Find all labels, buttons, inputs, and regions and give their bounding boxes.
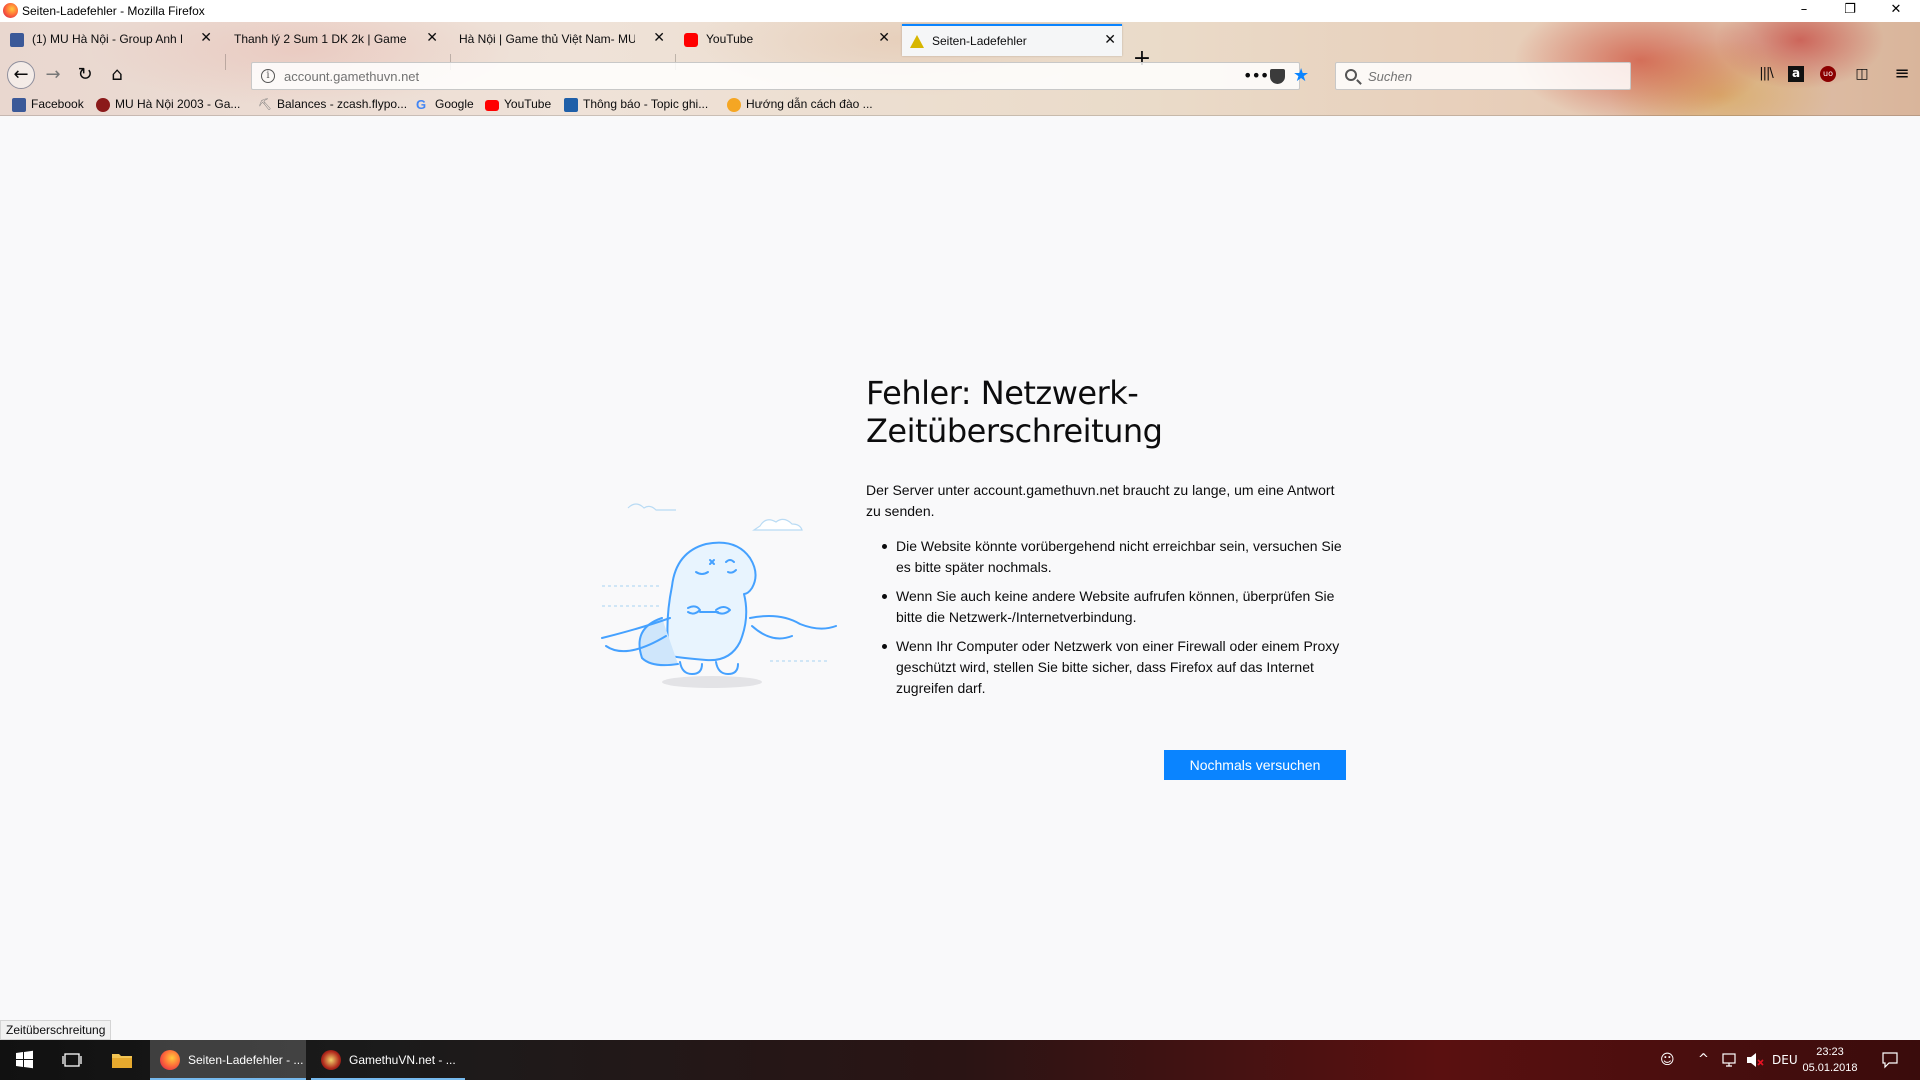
taskbar-app-firefox[interactable]: Seiten-Ladefehler - ... — [150, 1040, 306, 1080]
google-icon: G — [416, 97, 427, 112]
bookmark-label: Hướng dẫn cách đào ... — [746, 97, 873, 111]
start-button[interactable] — [0, 1040, 48, 1080]
taskbar-app-gamethuvn[interactable]: GamethuVN.net - ... — [311, 1040, 465, 1080]
sidebar-icon[interactable]: ◫ — [1852, 64, 1872, 84]
clock-time: 23:23 — [1816, 1046, 1844, 1058]
tab-label: (1) MU Hà Nội - Group Anh Em — [32, 32, 182, 46]
restore-button[interactable]: ❐ — [1827, 0, 1873, 22]
bookmark-label: Facebook — [31, 97, 84, 111]
search-input[interactable]: Suchen — [1368, 69, 1412, 84]
windows-icon — [16, 1050, 33, 1069]
bookmark-label: MU Hà Nội 2003 - Ga... — [115, 97, 241, 111]
info-icon[interactable]: i — [261, 69, 275, 83]
tab-thanh-ly[interactable]: Thanh lý 2 Sum 1 DK 2k | Game thủ ✕ — [226, 24, 444, 56]
status-bar: Zeitüberschreitung — [0, 1020, 112, 1040]
bookmark-label: Thông báo - Topic ghi... — [583, 97, 709, 111]
home-button[interactable]: ⌂ — [104, 62, 130, 88]
retry-button[interactable]: Nochmals versuchen — [1164, 750, 1346, 780]
tab-label: Hà Nội | Game thủ Việt Nam- MU — [459, 32, 635, 46]
tab-label: Seiten-Ladefehler — [932, 34, 1027, 48]
taskbar-app-label: GamethuVN.net - ... — [349, 1053, 456, 1067]
close-tab-icon[interactable]: ✕ — [1104, 32, 1116, 48]
browser-chrome: Seiten-Ladefehler - Mozilla Firefox – ❐ … — [0, 0, 1920, 116]
close-tab-icon[interactable]: ✕ — [200, 30, 212, 46]
page-actions-button[interactable]: ••• — [1243, 66, 1269, 85]
search-icon — [1345, 69, 1357, 81]
network-icon[interactable] — [1720, 1040, 1740, 1080]
facebook-icon — [12, 98, 26, 112]
notification-icon — [1882, 1052, 1898, 1069]
clock[interactable]: 23:23 05.01.2018 — [1800, 1044, 1860, 1076]
url-bar[interactable]: i account.gamethuvn.net ••• ★ — [251, 62, 1309, 90]
close-window-button[interactable]: ✕ — [1873, 0, 1919, 22]
speaker-icon — [1747, 1053, 1764, 1067]
tab-youtube[interactable]: YouTube ✕ — [676, 24, 896, 56]
firefox-icon — [3, 3, 18, 18]
menu-icon[interactable]: ≡ — [1892, 64, 1912, 84]
action-center-button[interactable] — [1880, 1040, 1900, 1080]
file-explorer-button[interactable] — [110, 1040, 138, 1080]
tab-label: Thanh lý 2 Sum 1 DK 2k | Game thủ — [234, 32, 406, 46]
bookmark-star-icon[interactable]: ★ — [1293, 65, 1309, 86]
list-item: Die Website könnte vorübergehend nicht e… — [866, 536, 1346, 578]
tab-mu-hanoi-group[interactable]: (1) MU Hà Nội - Group Anh Em ✕ — [2, 24, 218, 56]
tab-strip: (1) MU Hà Nội - Group Anh Em ✕ Thanh lý … — [0, 22, 1920, 70]
window-title: Seiten-Ladefehler - Mozilla Firefox — [22, 4, 205, 18]
title-bar: Seiten-Ladefehler - Mozilla Firefox – ❐ … — [0, 0, 1920, 22]
network-icon-glyph — [1722, 1053, 1736, 1067]
mu-icon — [96, 98, 110, 112]
task-view-icon — [62, 1053, 82, 1067]
pickaxe-icon: ⛏ — [258, 99, 272, 111]
list-item: Wenn Ihr Computer oder Netzwerk von eine… — [866, 636, 1346, 699]
search-bar[interactable]: Suchen — [1335, 62, 1631, 90]
close-tab-icon[interactable]: ✕ — [653, 30, 665, 46]
language-indicator[interactable]: DEU — [1772, 1040, 1798, 1080]
error-title: Fehler: Netzwerk-Zeitüberschreitung — [866, 374, 1163, 450]
tab-seiten-ladefehler[interactable]: Seiten-Ladefehler ✕ — [902, 24, 1122, 56]
reload-button[interactable]: ↻ — [72, 62, 98, 88]
warning-icon — [910, 35, 924, 48]
library-icon[interactable]: |||\ — [1756, 64, 1776, 84]
amazon-icon[interactable]: a — [1788, 66, 1804, 82]
sad-dinosaur-illustration — [601, 503, 837, 688]
volume-muted-icon[interactable] — [1744, 1040, 1766, 1080]
windows-taskbar: Seiten-Ladefehler - ... GamethuVN.net - … — [0, 1040, 1920, 1080]
taskbar-app-label: Seiten-Ladefehler - ... — [188, 1053, 304, 1067]
error-description: Der Server unter account.gamethuvn.net b… — [866, 482, 1335, 519]
list-item: Wenn Sie auch keine andere Website aufru… — [866, 586, 1346, 628]
folder-icon — [112, 1054, 132, 1068]
tab-label: YouTube — [706, 32, 754, 46]
url-text[interactable]: account.gamethuvn.net — [284, 69, 419, 84]
pocket-icon[interactable] — [1270, 69, 1285, 84]
people-icon[interactable]: ☺ — [1660, 1040, 1675, 1080]
firefox-icon — [160, 1050, 180, 1070]
forum-icon — [564, 98, 578, 112]
clock-date: 05.01.2018 — [1802, 1062, 1858, 1074]
back-button[interactable]: ← — [7, 61, 35, 89]
close-tab-icon[interactable]: ✕ — [878, 30, 890, 46]
gamethuvn-icon — [321, 1050, 341, 1070]
bookmark-label: Google — [435, 97, 474, 111]
bookmarks-bar: Facebook MU Hà Nội 2003 - Ga... ⛏ Balanc… — [0, 94, 1920, 116]
show-hidden-icons-button[interactable]: ^ — [1698, 1040, 1709, 1080]
facebook-icon — [10, 33, 24, 47]
close-tab-icon[interactable]: ✕ — [426, 30, 438, 46]
tab-hanoi-game-thu[interactable]: Hà Nội | Game thủ Việt Nam- MU ✕ — [451, 24, 671, 56]
error-page: Fehler: Netzwerk-Zeitüberschreitung Der … — [0, 116, 1920, 1040]
coin-icon — [727, 98, 741, 112]
youtube-icon — [684, 33, 698, 47]
minimize-button[interactable]: – — [1781, 0, 1827, 22]
bookmark-label: YouTube — [504, 97, 552, 111]
error-suggestions: Die Website könnte vorübergehend nicht e… — [866, 536, 1346, 707]
task-view-button[interactable] — [58, 1040, 86, 1080]
forward-button[interactable]: → — [40, 62, 66, 88]
youtube-icon — [485, 100, 499, 111]
nav-bar: ← → ↻ ⌂ i account.gamethuvn.net ••• ★ Su… — [0, 56, 1920, 94]
bookmark-label: Balances - zcash.flypo... — [277, 97, 408, 111]
ublock-icon[interactable]: uo — [1820, 66, 1836, 82]
